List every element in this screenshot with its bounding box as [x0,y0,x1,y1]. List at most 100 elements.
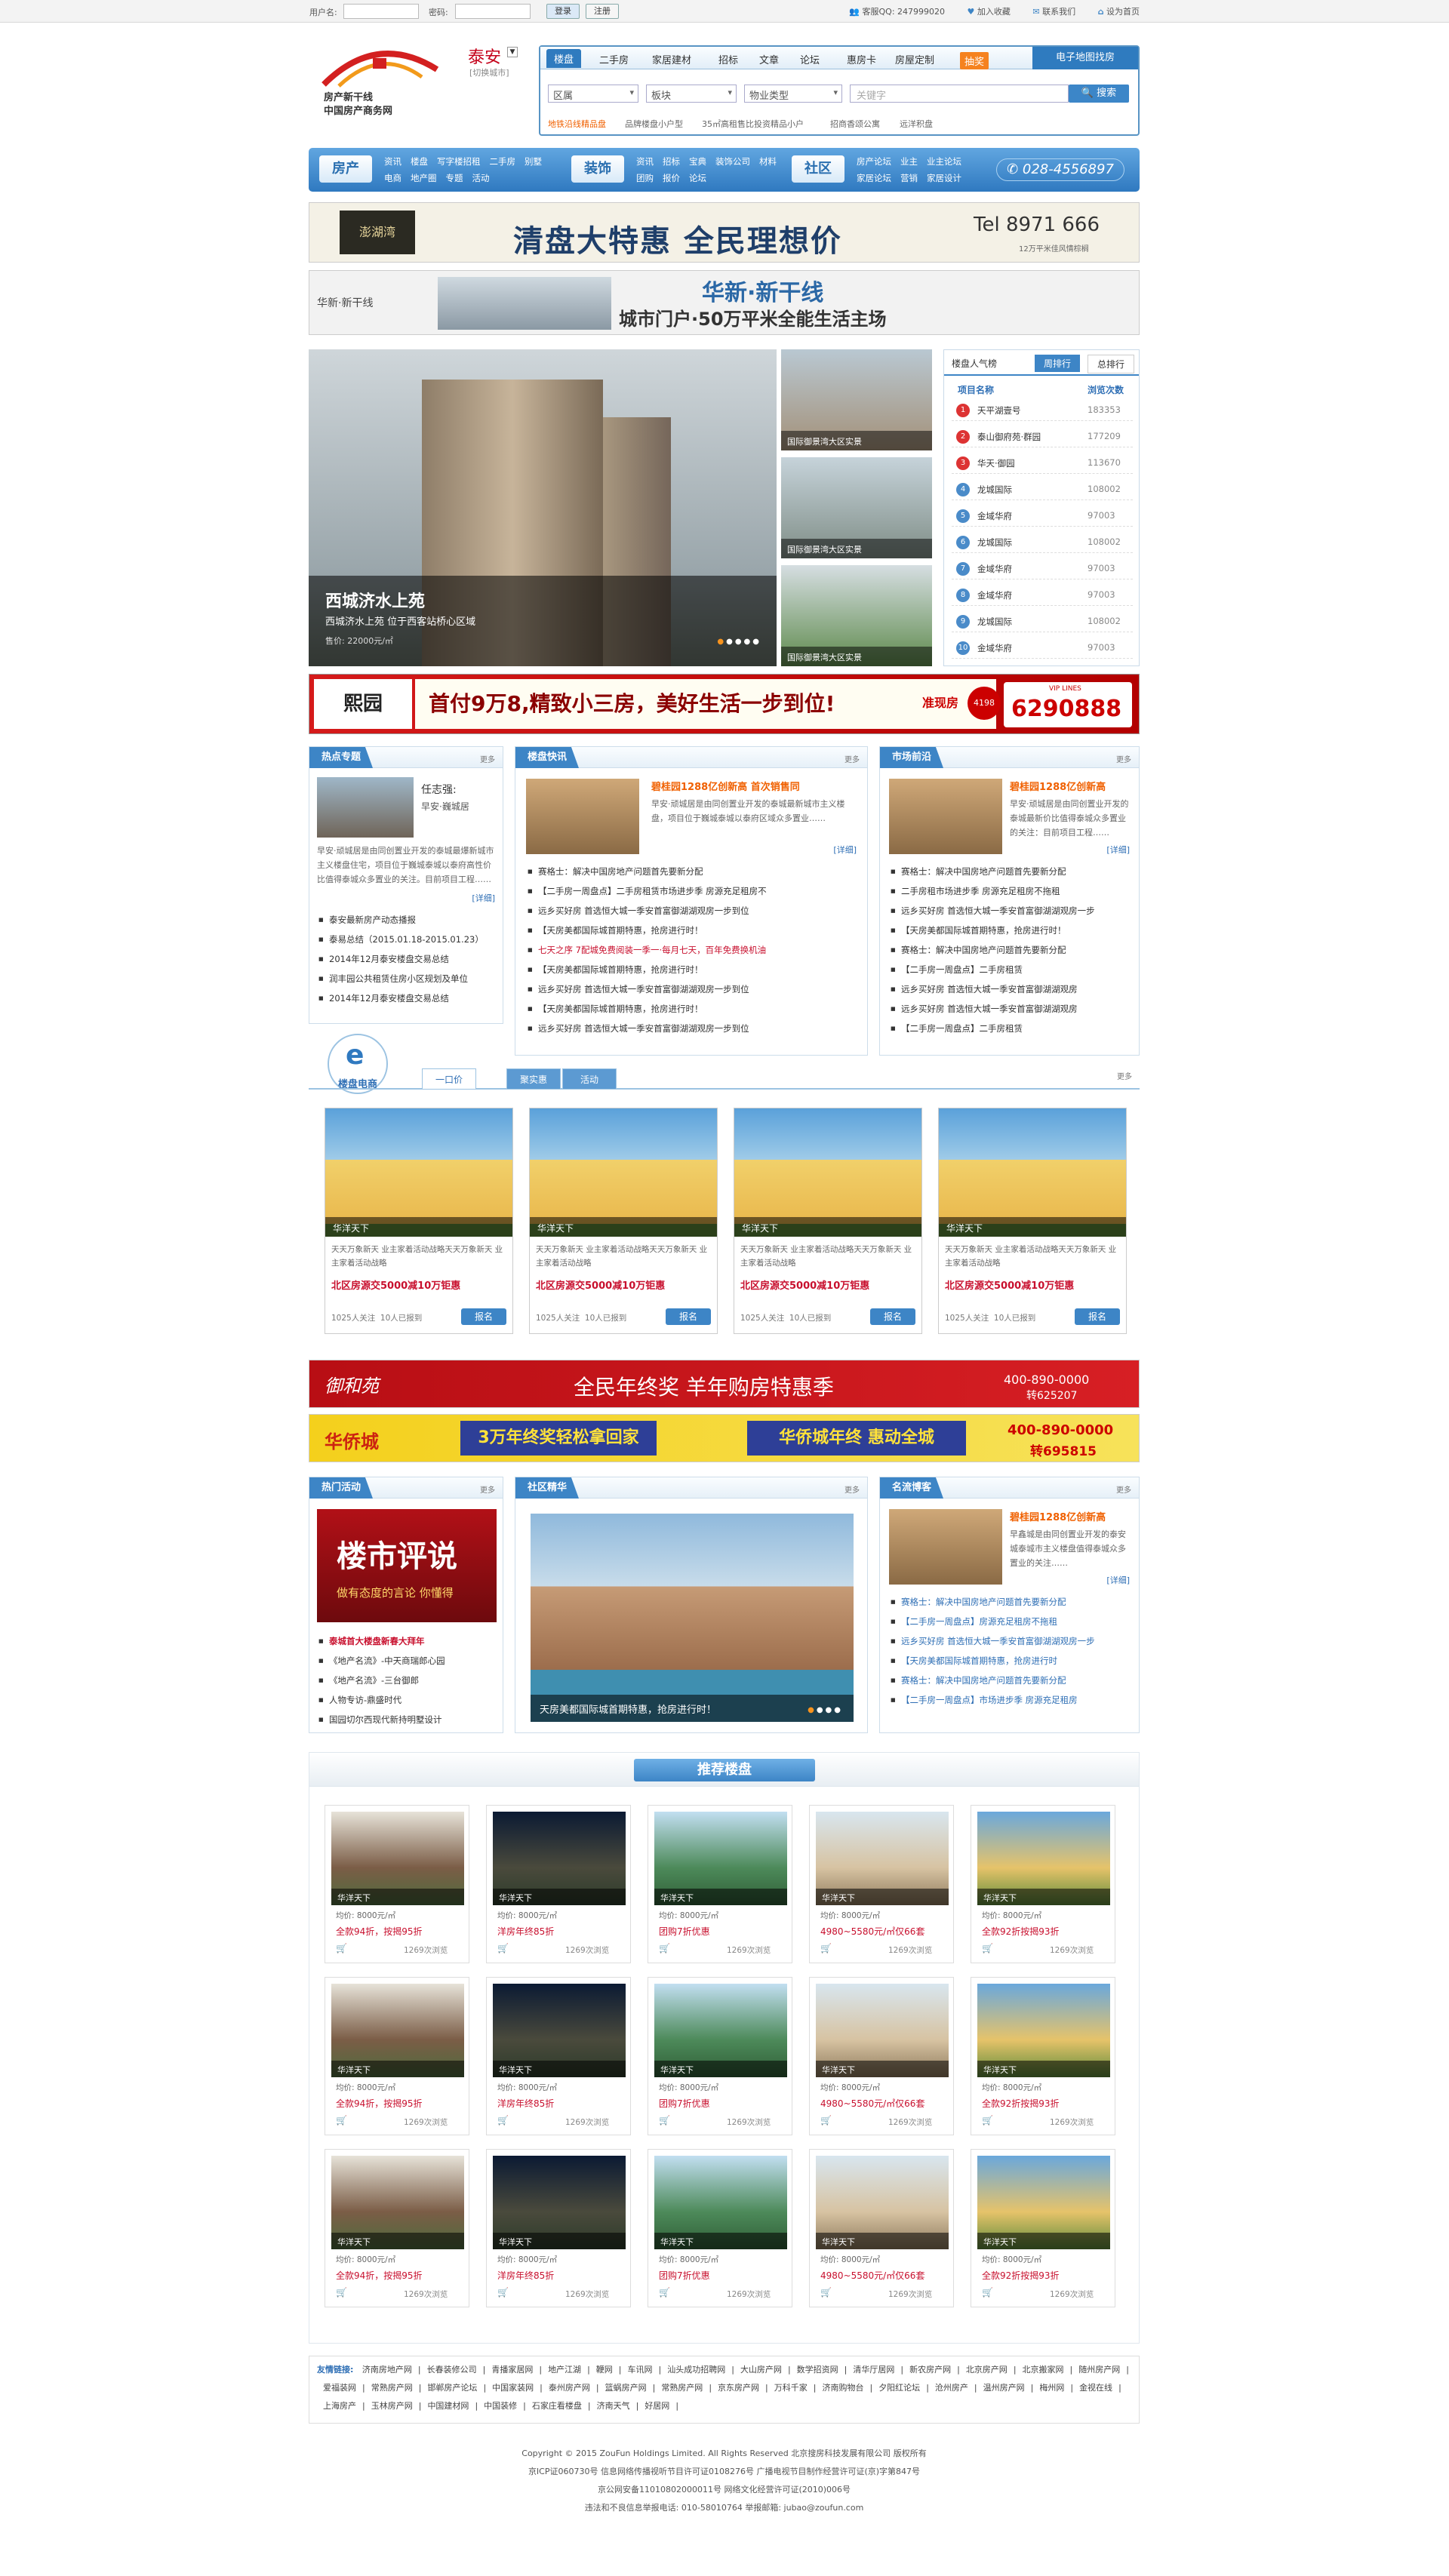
blog-headline[interactable]: 碧桂园1288亿创新高 [1010,1509,1106,1523]
nav-link[interactable]: 专题 [446,170,463,186]
more-link[interactable]: 更多 [844,753,860,764]
list-item[interactable]: 泰城首大楼盘新春大拜年 [317,1631,497,1651]
friend-link[interactable]: 万科千家 [774,2383,808,2393]
friend-link[interactable]: 鞭网 [596,2365,613,2375]
recommend-card[interactable]: 华洋天下 均价: 8000元/㎡ 团购7折优惠 🛒 1269次浏览 [648,2149,792,2307]
username-input[interactable] [343,4,419,19]
slider-dots[interactable]: ●●●●● [717,638,761,646]
hero-slider[interactable]: 西城济水上苑 西城济水上苑 位于西客站桥心区域 售价: 22000元/㎡ ●●●… [309,349,777,666]
recommend-card[interactable]: 华洋天下 均价: 8000元/㎡ 全款94折，按揭95折 🛒 1269次浏览 [325,1977,469,2135]
nav-link[interactable]: 营销 [900,170,918,186]
search-tab-ershoufang[interactable]: 二手房 [599,52,629,66]
friend-link[interactable]: 京东房产网 [718,2383,759,2393]
list-item[interactable]: 润丰园公共租赁住房小区规划及单位 [317,969,495,988]
more-link[interactable]: 更多 [1116,1483,1131,1495]
ecom-card[interactable]: 华洋天下 天天万象新天 业主家着活动战略天天万象新天 业主家着活动战略 北区房源… [734,1108,922,1334]
search-tab-huifangka[interactable]: 惠房卡 [847,52,876,66]
friend-link[interactable]: 车讯网 [628,2365,653,2375]
map-search-tab[interactable]: 电子地图找房 [1032,47,1138,69]
ecom-card[interactable]: 华洋天下 天天万象新天 业主家着活动战略天天万象新天 业主家着活动战略 北区房源… [529,1108,718,1334]
list-item[interactable]: 赛格士：解决中国房地产问题首先要新分配 [889,862,1131,881]
more-link[interactable]: 更多 [480,1483,495,1495]
list-item[interactable]: 赛格士：解决中国房地产问题首先要新分配 [889,1592,1131,1612]
nav-link[interactable]: 家居论坛 [857,170,891,186]
detail-link[interactable]: [详细] [1106,844,1130,856]
detail-link[interactable]: [详细] [833,844,857,856]
friend-link[interactable]: 中国建材网 [427,2401,469,2411]
recommend-card[interactable]: 华洋天下 均价: 8000元/㎡ 全款92折按揭93折 🛒 1269次浏览 [971,1977,1115,2135]
block-select[interactable]: 板块 [646,85,737,103]
friend-link[interactable]: 泰州房产网 [549,2383,590,2393]
ranking-row[interactable]: 8 金域华府 97003 [952,585,1133,606]
list-item[interactable]: 《地产名流》-中天商瑞郎心园 [317,1651,497,1671]
friend-link[interactable]: 北京房产网 [966,2365,1008,2375]
recommend-card[interactable]: 华洋天下 均价: 8000元/㎡ 洋房年终85折 🛒 1269次浏览 [486,1977,631,2135]
slider-thumb-1[interactable]: 国际御景湾大区实景 [781,349,932,450]
recommend-card[interactable]: 华洋天下 均价: 8000元/㎡ 全款94折，按揭95折 🛒 1269次浏览 [325,1805,469,1963]
nav-link[interactable]: 材料 [759,153,777,170]
activity-image[interactable]: 楼市评说 做有态度的言论 你懂得 [317,1509,497,1622]
banner-xiyuan[interactable]: 熙园 首付9万8,精致小三房，美好生活一步到位! 准现房 4198 VIP LI… [309,674,1140,734]
signup-button[interactable]: 报名 [461,1308,506,1325]
banner-yuheyuan[interactable]: 御和苑 全民年终奖 羊年购房特惠季 400-890-0000 转625207 [309,1360,1140,1408]
nav-link[interactable]: 论坛 [689,170,706,186]
district-select[interactable]: 区属 [548,85,638,103]
signup-button[interactable]: 报名 [666,1308,711,1325]
list-item[interactable]: 泰易总结（2015.01.18-2015.01.23） [317,930,495,949]
friend-link[interactable]: 数学招资网 [797,2365,838,2375]
friend-link[interactable]: 温州房产网 [983,2383,1025,2393]
property-type-select[interactable]: 物业类型 [744,85,842,103]
nav-link[interactable]: 装饰公司 [715,153,750,170]
hot-keyword-3[interactable]: 35㎡高租售比投资精品小户 [702,118,804,130]
friend-link[interactable]: 济南天气 [597,2401,630,2411]
ecom-tab-huodong[interactable]: 活动 [562,1068,617,1090]
list-item[interactable]: 远乡买好房 首选恒大城一季安首富御湖湖观房一步到位 [526,1019,858,1038]
friend-link[interactable]: 随州房产网 [1078,2365,1120,2375]
qq-service-link[interactable]: 👥 客服QQ: 247999020 [849,7,945,17]
ranking-row[interactable]: 4 龙城国际 108002 [952,479,1133,500]
list-item[interactable]: 【二手房一周盘点】二手房租赁市场进步季 房源充足租房不 [526,881,858,901]
nav-link[interactable]: 团购 [636,170,654,186]
friend-link[interactable]: 石家庄看楼盘 [532,2401,582,2411]
friend-link[interactable]: 北京搬家网 [1023,2365,1064,2375]
contact-link[interactable]: ✉ 联系我们 [1032,7,1075,17]
friend-link[interactable]: 济南购物台 [822,2383,863,2393]
nav-link[interactable]: 业主 [900,153,918,170]
recommend-card[interactable]: 华洋天下 均价: 8000元/㎡ 4980~5580元/㎡仅66套 🛒 1269… [809,2149,954,2307]
list-item[interactable]: 赛格士：解决中国房地产问题首先要新分配 [526,862,858,881]
list-item[interactable]: 远乡买好房 首选恒大城一季安首富御湖湖观房一步 [889,1631,1131,1651]
list-item[interactable]: 【二手房一周盘点】二手房租赁 [889,960,1131,979]
ranking-row[interactable]: 1 天平湖壹号 183353 [952,400,1133,421]
recommend-card[interactable]: 华洋天下 均价: 8000元/㎡ 全款94折，按揭95折 🛒 1269次浏览 [325,2149,469,2307]
slider-thumb-2[interactable]: 国际御景湾大区实景 [781,457,932,558]
nav-link[interactable]: 二手房 [490,153,516,170]
hot-keyword-4[interactable]: 招商香颂公寓 [830,118,880,130]
search-button[interactable]: 🔍 搜索 [1069,85,1129,103]
list-item[interactable]: 2014年12月泰安楼盘交易总结 [317,949,495,969]
hot-keyword-2[interactable]: 品牌楼盘小户型 [625,118,683,130]
community-image[interactable]: 天房美都国际城首期特惠，抢房进行时！ ●●●● [531,1514,854,1722]
search-tab-wenzhang[interactable]: 文章 [759,52,779,66]
market-headline[interactable]: 碧桂园1288亿创新高 [1010,779,1106,793]
nav-link[interactable]: 电商 [384,170,401,186]
login-button[interactable]: 登录 [546,4,580,19]
recommend-card[interactable]: 华洋天下 均价: 8000元/㎡ 洋房年终85折 🛒 1269次浏览 [486,2149,631,2307]
nav-link[interactable]: 别墅 [525,153,542,170]
search-tab-dingzhi[interactable]: 房屋定制 [895,52,934,66]
hot-keyword-5[interactable]: 远洋积盘 [900,118,933,130]
list-item[interactable]: 2014年12月泰安楼盘交易总结 [317,988,495,1008]
slider-thumb-3[interactable]: 国际御景湾大区实景 [781,565,932,666]
friend-link[interactable]: 长春装修公司 [427,2365,477,2375]
friend-link[interactable]: 中国装修 [484,2401,517,2411]
ranking-row[interactable]: 2 泰山御府苑·群园 177209 [952,426,1133,447]
password-input[interactable] [455,4,531,19]
list-item[interactable]: 【天房美都国际城首期特惠，抢房进行时！ [526,921,858,940]
friend-link[interactable]: 济南房地产网 [362,2365,412,2375]
nav-link[interactable]: 招标 [663,153,680,170]
detail-link[interactable]: [详细] [1106,1574,1130,1586]
banner-huaxin[interactable]: 华新·新干线 华新·新干线 城市门户·50万平米全能生活主场 [309,270,1140,335]
friend-link[interactable]: 篮蜗房产网 [605,2383,647,2393]
ranking-row[interactable]: 3 华天·御园 113670 [952,453,1133,474]
register-button[interactable]: 注册 [586,4,619,19]
topic-image[interactable] [317,777,414,838]
